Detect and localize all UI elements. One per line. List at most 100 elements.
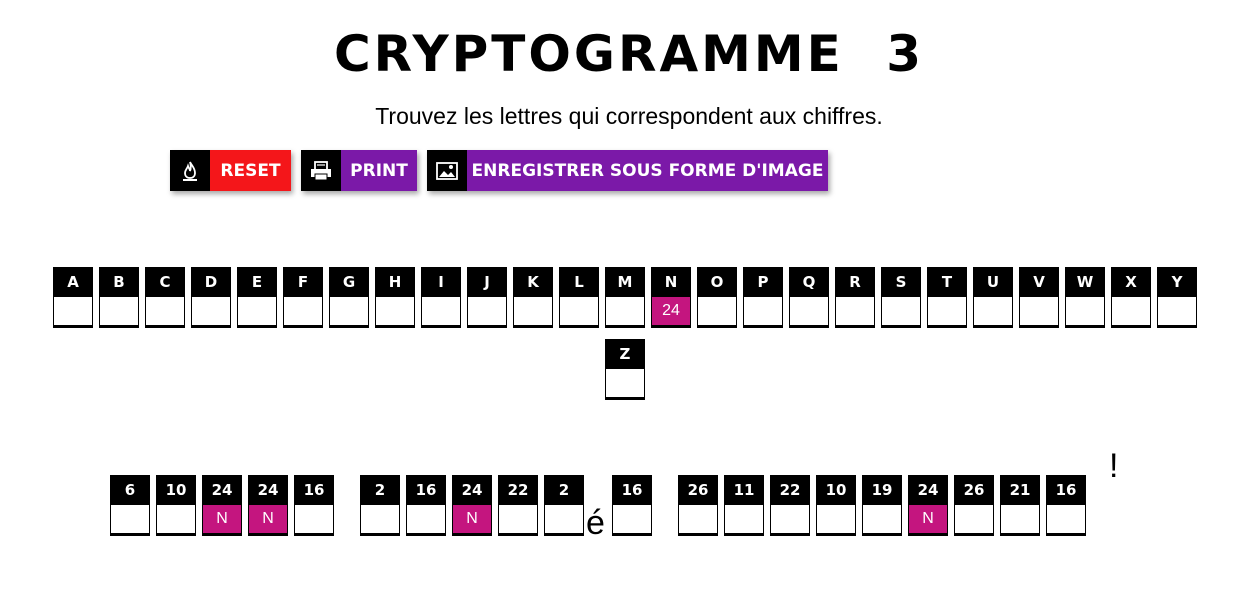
key-tile-n: N 24: [651, 267, 691, 328]
key-tile-j: J: [467, 267, 507, 328]
key-tile-k: K: [513, 267, 553, 328]
key-code-input[interactable]: [743, 297, 783, 328]
cipher-tile: 2: [360, 475, 400, 536]
key-letter: V: [1019, 267, 1059, 297]
cipher-tile: 24 N: [452, 475, 492, 536]
key-letter: Y: [1157, 267, 1197, 297]
print-button[interactable]: PRINT: [301, 150, 417, 191]
key-code-input[interactable]: [53, 297, 93, 328]
key-code-input[interactable]: [881, 297, 921, 328]
key-code-input[interactable]: [375, 297, 415, 328]
key-code-input[interactable]: [467, 297, 507, 328]
key-code-input[interactable]: [421, 297, 461, 328]
key-tile-c: C: [145, 267, 185, 328]
cipher-letter-input[interactable]: [406, 505, 446, 536]
key-code-input[interactable]: [329, 297, 369, 328]
cipher-letter-input[interactable]: [544, 505, 584, 536]
cipher-tile: 21: [1000, 475, 1040, 536]
key-tile-x: X: [1111, 267, 1151, 328]
key-letter: O: [697, 267, 737, 297]
key-letter: F: [283, 267, 323, 297]
key-tile-h: H: [375, 267, 415, 328]
key-letter: J: [467, 267, 507, 297]
cipher-code: 24: [248, 475, 288, 505]
cipher-letter-input[interactable]: [360, 505, 400, 536]
key-code-input[interactable]: [1019, 297, 1059, 328]
cipher-tile: 24 N: [202, 475, 242, 536]
key-letter: I: [421, 267, 461, 297]
key-code-input[interactable]: [1065, 297, 1105, 328]
key-tile-m: M: [605, 267, 645, 328]
cipher-code: 24: [202, 475, 242, 505]
key-letter: X: [1111, 267, 1151, 297]
exclamation-mark: !: [1109, 447, 1119, 485]
key-code-input[interactable]: [1111, 297, 1151, 328]
cipher-tile: 10: [816, 475, 856, 536]
key-code-input[interactable]: [99, 297, 139, 328]
key-letter: K: [513, 267, 553, 297]
cipher-letter-input[interactable]: [954, 505, 994, 536]
key-tile-w: W: [1065, 267, 1105, 328]
save-as-image-button[interactable]: ENREGISTRER SOUS FORME D'IMAGE: [427, 150, 828, 191]
key-code-input[interactable]: [145, 297, 185, 328]
cipher-tile: 16: [612, 475, 652, 536]
key-tile-e: E: [237, 267, 277, 328]
key-letter: T: [927, 267, 967, 297]
cipher-letter-input[interactable]: [498, 505, 538, 536]
cipher-code: 6: [110, 475, 150, 505]
key-code-input: 24: [651, 297, 691, 328]
image-icon: [427, 150, 467, 191]
key-tile-d: D: [191, 267, 231, 328]
instructions-text: Trouvez les lettres qui correspondent au…: [375, 103, 883, 129]
key-letter: Z: [605, 339, 645, 369]
cipher-letter-input: N: [908, 505, 948, 536]
key-tile-b: B: [99, 267, 139, 328]
key-code-input[interactable]: [559, 297, 599, 328]
cipher-code: 26: [678, 475, 718, 505]
key-code-input[interactable]: [927, 297, 967, 328]
cipher-letter-input[interactable]: [816, 505, 856, 536]
key-code-input[interactable]: [697, 297, 737, 328]
key-tile-z: Z: [605, 339, 645, 400]
cipher-letter-input[interactable]: [612, 505, 652, 536]
key-code-input[interactable]: [973, 297, 1013, 328]
key-letter: U: [973, 267, 1013, 297]
cipher-code: 22: [498, 475, 538, 505]
cipher-letter-input[interactable]: [862, 505, 902, 536]
reset-button[interactable]: RESET: [170, 150, 291, 191]
key-code-input[interactable]: [1157, 297, 1197, 328]
cipher-tile: 19: [862, 475, 902, 536]
cipher-letter-input: N: [202, 505, 242, 536]
fire-icon: [170, 150, 210, 191]
cipher-tile: 26: [954, 475, 994, 536]
key-code-input[interactable]: [835, 297, 875, 328]
cipher-letter-input[interactable]: [678, 505, 718, 536]
cipher-letter-input[interactable]: [770, 505, 810, 536]
cipher-letter-input[interactable]: [724, 505, 764, 536]
cipher-letter-input[interactable]: [1046, 505, 1086, 536]
key-tile-r: R: [835, 267, 875, 328]
cipher-letter-input[interactable]: [1000, 505, 1040, 536]
printer-icon: [301, 150, 341, 191]
page-title: CRYPTOGRAMME 3: [333, 25, 925, 83]
key-tile-q: Q: [789, 267, 829, 328]
key-code-input[interactable]: [513, 297, 553, 328]
cipher-tile: 24 N: [908, 475, 948, 536]
key-letter: Q: [789, 267, 829, 297]
cipher-letter-input[interactable]: [110, 505, 150, 536]
key-letter: H: [375, 267, 415, 297]
key-code-input[interactable]: [191, 297, 231, 328]
cipher-code: 16: [1046, 475, 1086, 505]
key-code-input[interactable]: [283, 297, 323, 328]
key-letter: A: [53, 267, 93, 297]
key-tile-o: O: [697, 267, 737, 328]
cipher-tile: 11: [724, 475, 764, 536]
cipher-letter-input[interactable]: [156, 505, 196, 536]
key-letter: N: [651, 267, 691, 297]
cipher-letter-input[interactable]: [294, 505, 334, 536]
key-code-input[interactable]: [237, 297, 277, 328]
key-code-input[interactable]: [605, 297, 645, 328]
key-code-input[interactable]: [605, 369, 645, 400]
key-code-input[interactable]: [789, 297, 829, 328]
cipher-code: 22: [770, 475, 810, 505]
